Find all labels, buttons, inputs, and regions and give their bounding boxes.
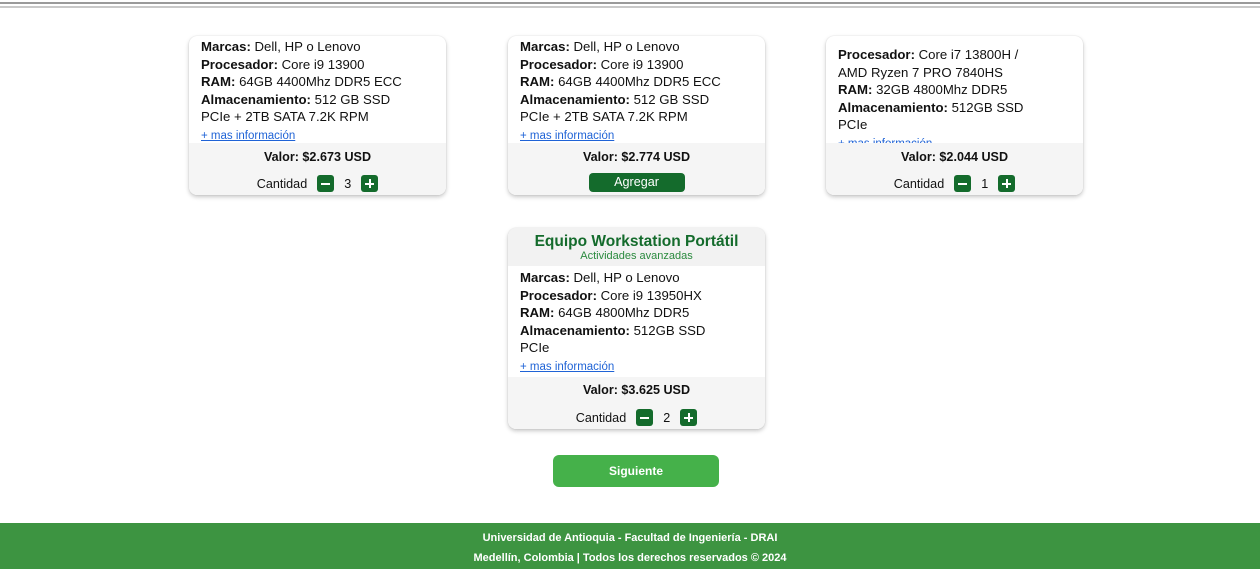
product-card-4: Equipo Workstation Portátil Actividades …	[508, 228, 765, 429]
spec-storage-cont: PCIe + 2TB SATA 7.2K RPM	[520, 109, 688, 124]
product-card-3: Procesador: Core i7 13800H / AMD Ryzen 7…	[826, 36, 1083, 195]
minus-icon	[321, 182, 331, 185]
quantity-control: Cantidad 2	[508, 409, 765, 426]
quantity-value: 2	[663, 410, 671, 425]
spec-brands: Marcas: Dell, HP o Lenovo	[520, 39, 680, 54]
increase-button[interactable]	[680, 409, 698, 426]
quantity-label: Cantidad	[893, 176, 945, 191]
footer-line-2: Medellín, Colombia | Todos los derechos …	[473, 552, 787, 564]
spec-ram: RAM: 64GB 4400Mhz DDR5 ECC	[201, 74, 402, 89]
card-header: Equipo Workstation Portátil Actividades …	[508, 228, 765, 266]
decrease-button[interactable]	[954, 175, 972, 192]
card-footer: Valor: $2.673 USD Cantidad 3	[189, 143, 446, 195]
spec-brands: Marcas: Dell, HP o Lenovo	[201, 39, 361, 54]
spec-storage-cont: PCIe	[520, 340, 550, 355]
spec-processor-cont: AMD Ryzen 7 PRO 7840HS	[838, 64, 1003, 80]
quantity-label: Cantidad	[575, 410, 627, 425]
decrease-button[interactable]	[317, 175, 335, 192]
price: Valor: $2.673 USD	[263, 150, 372, 164]
quantity-label: Cantidad	[256, 176, 308, 191]
minus-icon	[640, 416, 650, 419]
spec-ram: RAM: 64GB 4800Mhz DDR5	[520, 305, 690, 320]
footer-line-1: Universidad de Antioquia - Facultad de I…	[482, 532, 778, 544]
spec-storage: Almacenamiento: 512 GB SSD	[520, 91, 710, 107]
spec-storage: Almacenamiento: 512GB SSD	[838, 99, 1024, 115]
card-footer: Valor: $2.774 USD Agregar	[508, 143, 765, 195]
quantity-control: Cantidad 3	[189, 175, 446, 192]
spec-processor: Procesador: Core i9 13900	[201, 56, 365, 72]
spec-storage: Almacenamiento: 512 GB SSD	[201, 91, 391, 107]
card-footer: Valor: $2.044 USD Cantidad 1	[826, 143, 1083, 195]
spec-storage-cont: PCIe	[838, 117, 868, 132]
spec-storage: Almacenamiento: 512GB SSD	[520, 322, 706, 338]
more-info-link[interactable]: + mas información	[201, 130, 295, 143]
increase-button[interactable]	[998, 175, 1016, 192]
decrease-button[interactable]	[636, 409, 654, 426]
spec-ram: RAM: 64GB 4400Mhz DDR5 ECC	[520, 74, 721, 89]
next-button[interactable]: Siguiente	[553, 455, 719, 487]
product-card-1: Marcas: Dell, HP o Lenovo Procesador: Co…	[189, 36, 446, 195]
spec-processor: Procesador: Core i7 13800H /	[838, 47, 1019, 62]
increase-button[interactable]	[361, 175, 379, 192]
more-info-link[interactable]: + mas información	[520, 361, 614, 374]
card-footer: Valor: $3.625 USD Cantidad 2	[508, 377, 765, 429]
minus-icon	[958, 182, 968, 185]
card-subtitle: Actividades avanzadas	[580, 250, 693, 262]
product-card-2: Marcas: Dell, HP o Lenovo Procesador: Co…	[508, 36, 765, 195]
card-title: Equipo Workstation Portátil	[534, 233, 739, 250]
footer: Universidad de Antioquia - Facultad de I…	[0, 523, 1260, 569]
quantity-value: 1	[981, 176, 989, 191]
more-info-link[interactable]: + mas información	[520, 130, 614, 143]
top-border	[0, 0, 1260, 10]
spec-storage-cont: PCIe + 2TB SATA 7.2K RPM	[201, 109, 369, 124]
quantity-value: 3	[344, 176, 352, 191]
price: Valor: $2.044 USD	[900, 150, 1009, 164]
spec-processor: Procesador: Core i9 13950HX	[520, 287, 702, 303]
spec-brands: Marcas: Dell, HP o Lenovo	[520, 270, 680, 285]
add-button[interactable]: Agregar	[588, 173, 685, 192]
price: Valor: $3.625 USD	[582, 383, 691, 397]
price: Valor: $2.774 USD	[582, 150, 691, 164]
spec-processor: Procesador: Core i9 13900	[520, 56, 684, 72]
quantity-control: Cantidad 1	[826, 175, 1083, 192]
spec-ram: RAM: 32GB 4800Mhz DDR5	[838, 82, 1008, 97]
